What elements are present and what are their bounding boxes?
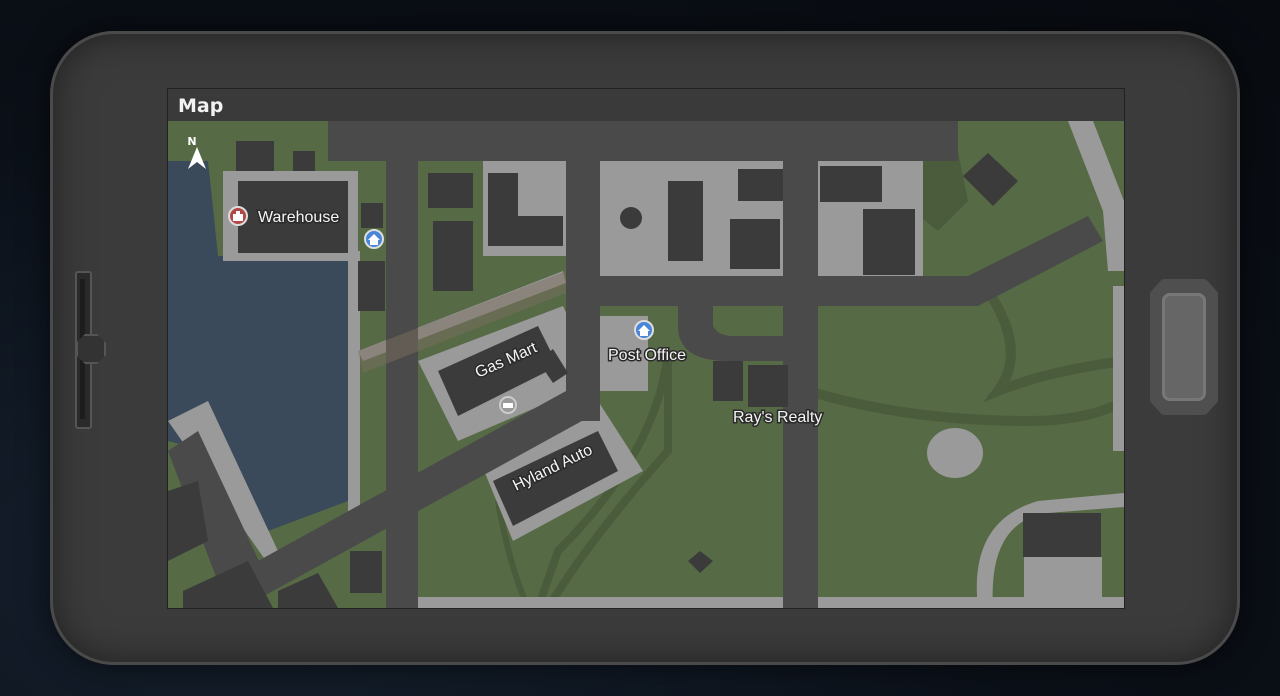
- place-label-post-office[interactable]: Post Office: [607, 346, 688, 366]
- map-view[interactable]: N Warehouse Gas Mart Post Office Ray's R…: [168, 121, 1124, 608]
- compass-label: N: [187, 135, 196, 148]
- car-icon[interactable]: [499, 396, 517, 414]
- place-label-warehouse[interactable]: Warehouse: [257, 208, 341, 228]
- phone-home-button[interactable]: [1150, 279, 1218, 415]
- briefcase-icon[interactable]: [228, 206, 248, 226]
- app-title: Map: [178, 95, 224, 117]
- place-label-rays-realty[interactable]: Ray's Realty: [732, 408, 824, 428]
- phone-camera: [76, 334, 106, 364]
- home-icon[interactable]: [634, 320, 654, 340]
- home-icon[interactable]: [364, 229, 384, 249]
- app-titlebar: Map: [168, 89, 1124, 121]
- phone-screen: Map N Warehouse Gas Mart Post Office Ray…: [167, 88, 1125, 609]
